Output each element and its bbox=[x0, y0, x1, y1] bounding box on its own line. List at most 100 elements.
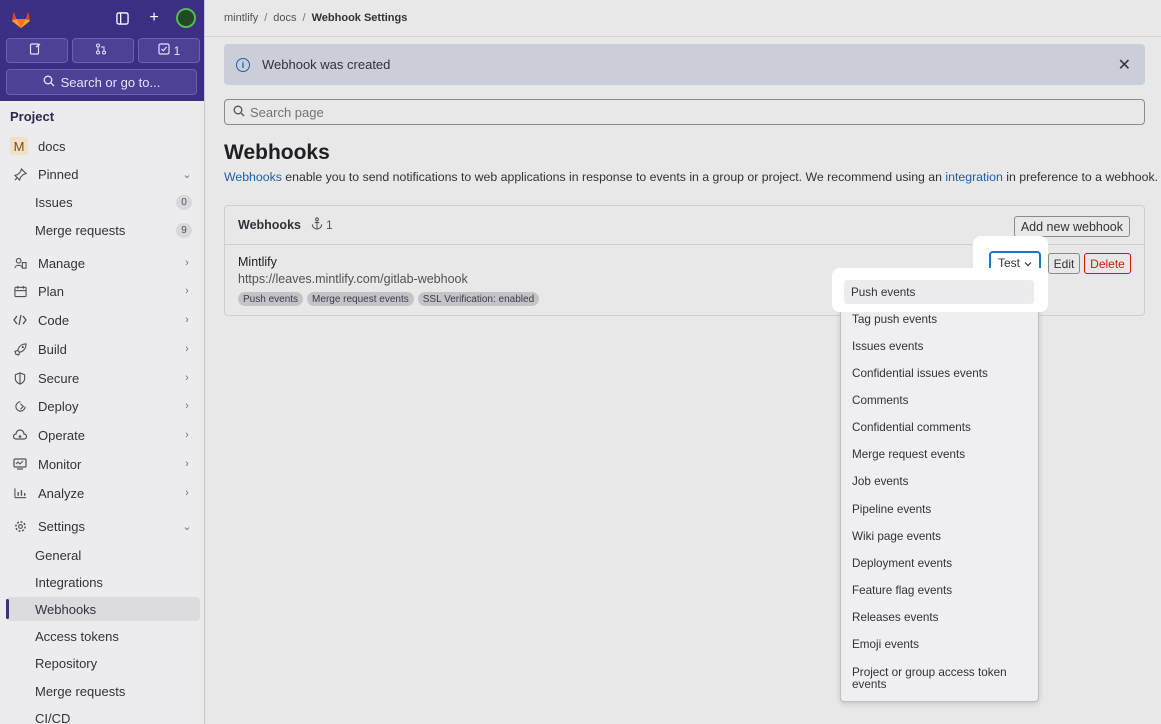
chevron-right-icon: › bbox=[185, 257, 189, 269]
badge-ssl-verification: SSL Verification: enabled bbox=[417, 292, 540, 306]
merge-requests-button[interactable] bbox=[72, 38, 134, 63]
chevron-right-icon: › bbox=[185, 285, 189, 297]
sidebar-item-secure[interactable]: Secure › bbox=[6, 366, 200, 390]
sidebar-item-pinned[interactable]: Pinned ⌄ bbox=[6, 162, 200, 186]
dropdown-item-push-events[interactable]: Push events bbox=[844, 280, 1034, 304]
chart-icon bbox=[12, 485, 28, 501]
sidebar-item-repository[interactable]: Repository bbox=[6, 651, 200, 675]
dropdown-item-releases-events[interactable]: Releases events bbox=[852, 612, 938, 624]
breadcrumb: mintlify / docs / Webhook Settings bbox=[224, 12, 408, 24]
sidebar-header: + 1 Search or go to... bbox=[0, 0, 204, 101]
search-icon bbox=[43, 75, 55, 90]
chevron-right-icon: › bbox=[185, 372, 189, 384]
dropdown-item-merge-request-events[interactable]: Merge request events bbox=[852, 449, 965, 461]
project-avatar: M bbox=[10, 137, 28, 155]
card-title: Webhooks bbox=[238, 218, 301, 232]
dropdown-item-wiki-page-events[interactable]: Wiki page events bbox=[852, 531, 941, 543]
search-icon bbox=[233, 105, 245, 120]
sidebar-item-plan[interactable]: Plan › bbox=[6, 279, 200, 303]
sidebar-item-settings[interactable]: Settings ⌄ bbox=[6, 514, 200, 538]
sidebar-project-docs[interactable]: M docs bbox=[6, 134, 200, 158]
chevron-right-icon: › bbox=[185, 314, 189, 326]
gitlab-logo[interactable] bbox=[10, 9, 32, 29]
assigned-issues-button[interactable] bbox=[6, 38, 68, 63]
integration-link[interactable]: integration bbox=[945, 170, 1002, 184]
dropdown-item-issues-events[interactable]: Issues events bbox=[852, 341, 923, 353]
webhook-url: https://leaves.mintlify.com/gitlab-webho… bbox=[238, 272, 468, 286]
sidebar: + 1 Search or go to... Project M docs Pi… bbox=[0, 0, 205, 724]
breadcrumb-item-project[interactable]: docs bbox=[273, 12, 296, 24]
sidebar-item-deploy[interactable]: Deploy › bbox=[6, 394, 200, 418]
chevron-down-icon: ⌄ bbox=[182, 168, 192, 181]
sidebar-item-merge-requests[interactable]: Merge requests 9 bbox=[6, 218, 200, 242]
merge-request-icon bbox=[95, 43, 107, 58]
sidebar-item-manage[interactable]: Manage › bbox=[6, 251, 200, 275]
dropdown-item-comments[interactable]: Comments bbox=[852, 395, 909, 407]
dropdown-item-tag-push-events[interactable]: Tag push events bbox=[852, 314, 937, 326]
sidebar-item-analyze[interactable]: Analyze › bbox=[6, 481, 200, 505]
info-icon: i bbox=[236, 57, 250, 72]
dropdown-item-feature-flag-events[interactable]: Feature flag events bbox=[852, 585, 952, 597]
count-badge: 9 bbox=[176, 222, 192, 238]
shield-icon bbox=[12, 370, 28, 386]
chevron-right-icon: › bbox=[185, 400, 189, 412]
chevron-right-icon: › bbox=[185, 487, 189, 499]
webhooks-docs-link[interactable]: Webhooks bbox=[224, 170, 282, 184]
code-icon bbox=[12, 312, 28, 328]
sidebar-item-issues[interactable]: Issues 0 bbox=[6, 190, 200, 214]
collapse-sidebar-icon[interactable] bbox=[112, 8, 132, 28]
webhook-name: Mintlify bbox=[238, 255, 277, 269]
sidebar-item-access-tokens[interactable]: Access tokens bbox=[6, 624, 200, 648]
top-bar: mintlify / docs / Webhook Settings bbox=[205, 0, 1161, 37]
page-search-placeholder: Search page bbox=[250, 104, 324, 120]
chevron-down-icon: ⌄ bbox=[182, 520, 192, 533]
sidebar-section-title: Project bbox=[10, 109, 55, 124]
pin-icon bbox=[12, 166, 28, 182]
page-search-input[interactable]: Search page bbox=[224, 99, 1145, 125]
sidebar-item-general[interactable]: General bbox=[6, 543, 200, 567]
sidebar-item-webhooks[interactable]: Webhooks bbox=[6, 597, 200, 621]
dropdown-item-emoji-events[interactable]: Emoji events bbox=[852, 639, 919, 651]
global-search-button[interactable]: Search or go to... bbox=[6, 69, 197, 95]
deploy-icon bbox=[12, 398, 28, 414]
sidebar-item-ci-cd[interactable]: CI/CD bbox=[6, 706, 200, 724]
close-icon[interactable]: ✕ bbox=[1118, 55, 1131, 75]
dropdown-item-pipeline-events[interactable]: Pipeline events bbox=[852, 504, 931, 516]
count-badge: 0 bbox=[176, 194, 192, 210]
gear-icon bbox=[12, 518, 28, 534]
users-icon bbox=[12, 255, 28, 271]
dropdown-item-access-token-events[interactable]: Project or group access token events bbox=[852, 667, 1027, 691]
dropdown-item-confidential-comments[interactable]: Confidential comments bbox=[852, 422, 971, 434]
sidebar-item-settings-merge-requests[interactable]: Merge requests bbox=[6, 679, 200, 703]
breadcrumb-item-current[interactable]: Webhook Settings bbox=[312, 12, 408, 24]
chevron-right-icon: › bbox=[185, 458, 189, 470]
page-description: Webhooks enable you to send notification… bbox=[224, 170, 1159, 184]
plus-icon[interactable]: + bbox=[144, 8, 164, 28]
anchor-icon bbox=[311, 217, 323, 233]
sidebar-item-operate[interactable]: Operate › bbox=[6, 423, 200, 447]
rocket-icon bbox=[12, 341, 28, 357]
webhook-count: 1 bbox=[311, 217, 333, 233]
badge-push-events: Push events bbox=[238, 292, 304, 306]
dropdown-item-confidential-issues-events[interactable]: Confidential issues events bbox=[852, 368, 988, 380]
badge-merge-request-events: Merge request events bbox=[307, 292, 414, 306]
todos-button[interactable]: 1 bbox=[138, 38, 200, 63]
test-events-dropdown: Tag push events Issues events Confidenti… bbox=[840, 276, 1039, 702]
sidebar-item-build[interactable]: Build › bbox=[6, 337, 200, 361]
add-new-webhook-button[interactable]: Add new webhook bbox=[1013, 216, 1130, 237]
calendar-icon bbox=[12, 283, 28, 299]
user-avatar[interactable] bbox=[176, 8, 196, 28]
dropdown-item-deployment-events[interactable]: Deployment events bbox=[852, 558, 952, 570]
breadcrumb-item-group[interactable]: mintlify bbox=[224, 12, 258, 24]
delete-webhook-button[interactable]: Delete bbox=[1084, 253, 1131, 274]
dropdown-item-job-events[interactable]: Job events bbox=[852, 476, 909, 488]
chevron-right-icon: › bbox=[185, 429, 189, 441]
sidebar-item-monitor[interactable]: Monitor › bbox=[6, 452, 200, 476]
sidebar-item-code[interactable]: Code › bbox=[6, 308, 200, 332]
webhook-badges: Push events Merge request events SSL Ver… bbox=[238, 292, 540, 306]
sidebar-item-integrations[interactable]: Integrations bbox=[6, 570, 200, 594]
monitor-icon bbox=[12, 456, 28, 472]
alert-text: Webhook was created bbox=[262, 57, 391, 72]
todo-icon bbox=[158, 43, 170, 58]
edit-webhook-button[interactable]: Edit bbox=[1048, 253, 1080, 274]
